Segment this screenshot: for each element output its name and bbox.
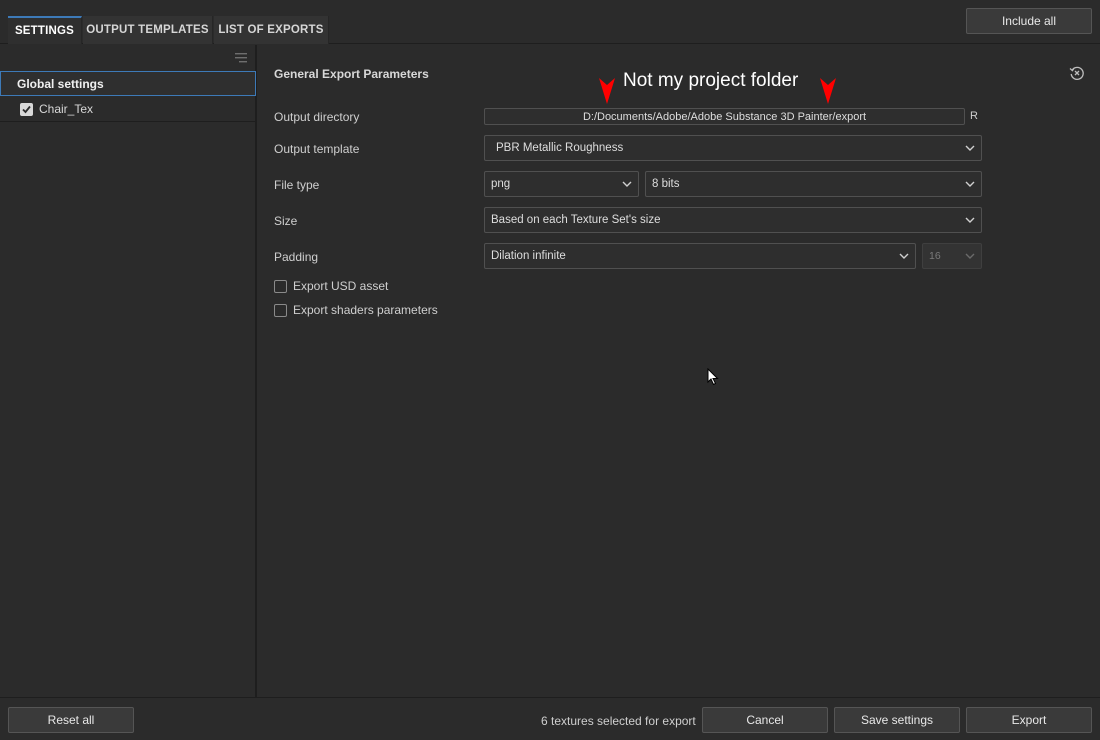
tab-list-of-exports[interactable]: LIST OF EXPORTS (214, 16, 329, 44)
annotation-text: Not my project folder (623, 70, 799, 91)
annotation-arrow-icon (820, 78, 836, 104)
reset-all-button[interactable]: Reset all (8, 707, 134, 733)
sidebar-item-global-settings[interactable]: Global settings (0, 71, 256, 96)
checkmark-icon (22, 105, 31, 113)
include-all-button[interactable]: Include all (966, 8, 1092, 34)
sidebar-item-label: Chair_Tex (39, 102, 94, 116)
bottom-bar: Reset all 6 textures selected for export… (0, 697, 1100, 740)
chevron-down-icon (965, 145, 975, 151)
top-bar: SETTINGS OUTPUT TEMPLATES LIST OF EXPORT… (0, 0, 1100, 44)
section-title: General Export Parameters (274, 67, 429, 81)
padding-distance-value: 16 (929, 250, 941, 262)
export-usd-checkbox[interactable] (274, 279, 287, 293)
list-menu-icon[interactable] (234, 51, 248, 65)
cancel-button[interactable]: Cancel (702, 707, 828, 733)
output-directory-label: Output directory (274, 110, 360, 124)
annotation-arrow-icon (599, 78, 615, 104)
bit-depth-value: 8 bits (652, 178, 680, 190)
file-format-value: png (491, 178, 511, 190)
size-label: Size (274, 214, 298, 228)
output-directory-reset-button[interactable]: R (970, 110, 978, 122)
export-button[interactable]: Export (966, 707, 1092, 733)
settings-panel: General Export Parameters Output directo… (259, 45, 1100, 697)
padding-distance-select[interactable]: 16 (922, 243, 982, 269)
size-select[interactable]: Based on each Texture Set's size (484, 207, 982, 233)
chevron-down-icon (965, 181, 975, 187)
save-settings-button[interactable]: Save settings (834, 707, 960, 733)
output-template-label: Output template (274, 142, 360, 156)
export-shaders-option[interactable]: Export shaders parameters (274, 303, 438, 317)
export-status-text: 6 textures selected for export (541, 714, 696, 728)
output-directory-field[interactable]: D:/Documents/Adobe/Adobe Substance 3D Pa… (484, 108, 965, 125)
file-type-label: File type (274, 178, 320, 192)
chevron-down-icon (965, 217, 975, 223)
mouse-cursor-icon (707, 368, 719, 386)
chevron-down-icon (622, 181, 632, 187)
reset-icon[interactable] (1069, 65, 1085, 81)
texture-set-sidebar: Global settings Chair_Tex (0, 45, 257, 697)
padding-value: Dilation infinite (491, 250, 566, 262)
padding-label: Padding (274, 250, 319, 264)
chevron-down-icon (965, 253, 975, 259)
export-shaders-checkbox[interactable] (274, 303, 287, 317)
padding-select[interactable]: Dilation infinite (484, 243, 916, 269)
export-shaders-label: Export shaders parameters (293, 303, 438, 317)
chevron-down-icon (899, 253, 909, 259)
bit-depth-select[interactable]: 8 bits (645, 171, 982, 197)
sidebar-item-chair-tex[interactable]: Chair_Tex (0, 97, 256, 122)
tab-settings[interactable]: SETTINGS (8, 16, 82, 44)
tab-output-templates[interactable]: OUTPUT TEMPLATES (83, 16, 213, 44)
chair-tex-checkbox[interactable] (20, 102, 33, 116)
export-usd-label: Export USD asset (293, 279, 389, 293)
file-format-select[interactable]: png (484, 171, 639, 197)
export-usd-option[interactable]: Export USD asset (274, 279, 388, 293)
output-template-select[interactable]: PBR Metallic Roughness (484, 135, 982, 161)
output-template-value: PBR Metallic Roughness (496, 142, 624, 154)
size-value: Based on each Texture Set's size (491, 214, 661, 226)
